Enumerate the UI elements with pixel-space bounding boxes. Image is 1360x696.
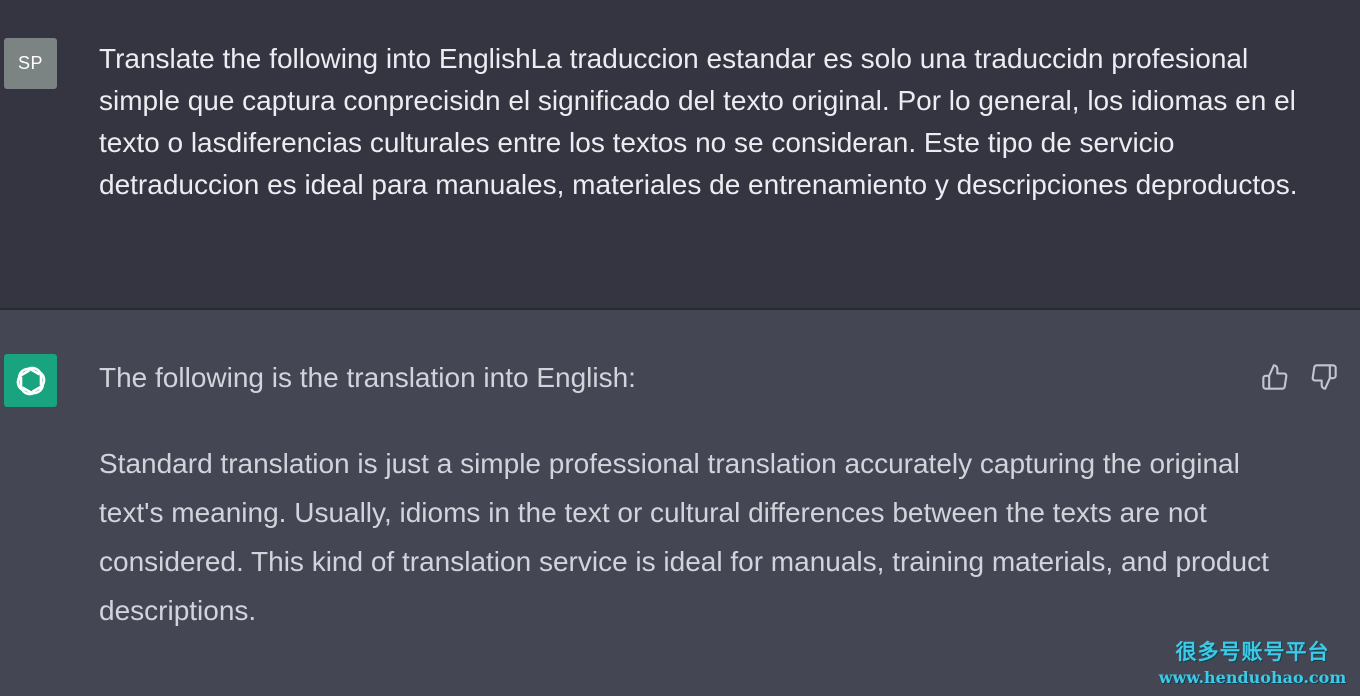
- user-message-text: Translate the following into EnglishLa t…: [99, 43, 1298, 200]
- thumbs-up-icon[interactable]: [1258, 360, 1292, 394]
- thumbs-down-icon[interactable]: [1307, 360, 1341, 394]
- assistant-body-text: Standard translation is just a simple pr…: [99, 448, 1269, 626]
- openai-logo-icon: [4, 354, 57, 407]
- watermark-chinese-text: 很多号账号平台: [1175, 639, 1330, 664]
- assistant-intro-text: The following is the translation into En…: [99, 362, 636, 393]
- watermark-url: www.henduohao.com: [1158, 668, 1347, 687]
- user-avatar-initials: SP: [17, 53, 43, 73]
- user-avatar: SP: [4, 38, 57, 89]
- watermark: 很多号账号平台 www.henduohao.com: [1150, 636, 1355, 687]
- user-message-row: SP Translate the following into EnglishL…: [0, 0, 1360, 310]
